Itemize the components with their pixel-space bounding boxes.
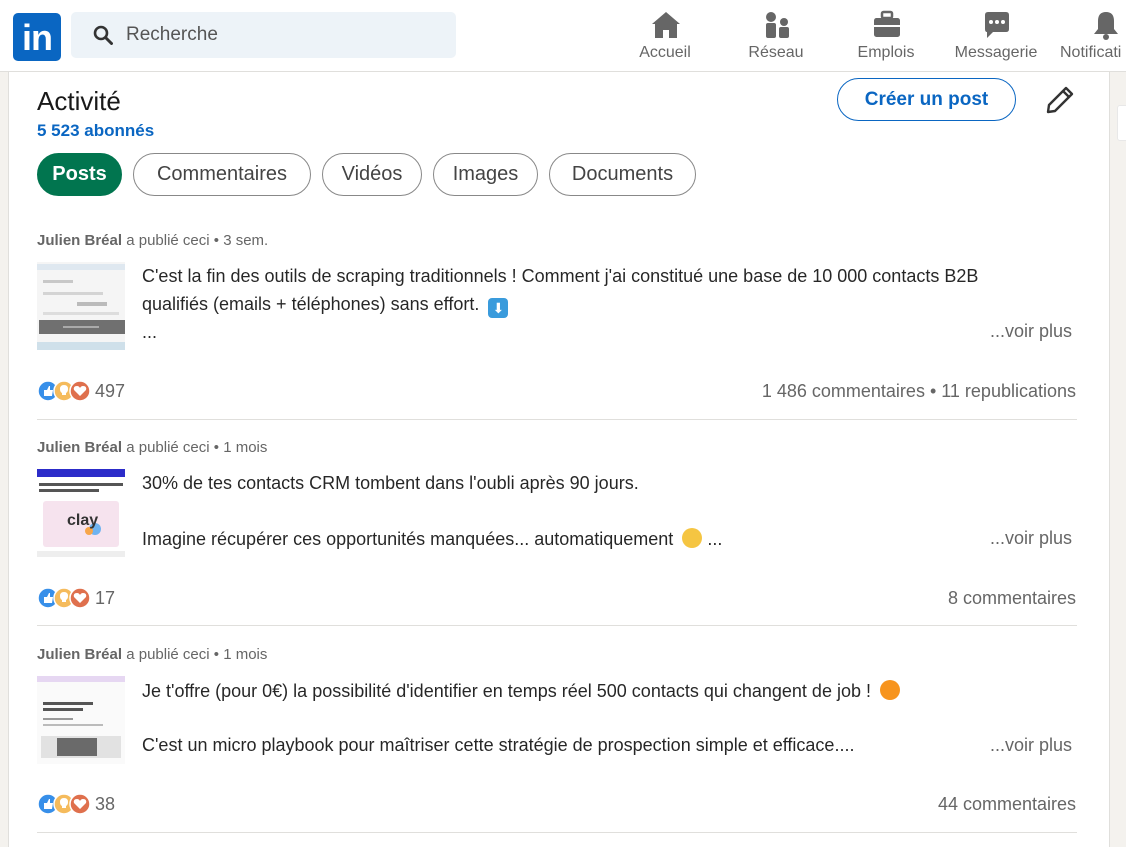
nav-item-home[interactable]: Accueil bbox=[610, 8, 720, 68]
post-text-line: C'est la fin des outils de scraping trad… bbox=[142, 266, 979, 286]
filter-posts[interactable]: Posts bbox=[37, 153, 122, 196]
pencil-icon[interactable] bbox=[1044, 84, 1076, 116]
post-time: • 3 sem. bbox=[213, 232, 269, 249]
post-author[interactable]: Julien Bréal bbox=[37, 439, 122, 456]
screenshot-thumbnail-image bbox=[37, 262, 125, 350]
post-action: a publié ceci bbox=[126, 646, 210, 663]
post-author[interactable]: Julien Bréal bbox=[37, 232, 122, 249]
post-meta: Julien Bréal a publié ceci • 1 mois bbox=[37, 439, 267, 456]
post-text: Imagine récupérer ces opportunités manqu… bbox=[142, 529, 674, 549]
search-input[interactable] bbox=[126, 12, 446, 58]
reactions-count[interactable]: 17 bbox=[95, 588, 115, 609]
see-more-link[interactable]: ...voir plus bbox=[990, 321, 1072, 342]
post-text-line: 30% de tes contacts CRM tombent dans l'o… bbox=[142, 473, 639, 493]
post-text: qualifiés (emails + téléphones) sans eff… bbox=[142, 294, 480, 314]
messaging-icon bbox=[985, 12, 1009, 38]
post-meta: Julien Bréal a publié ceci • 3 sem. bbox=[37, 232, 268, 249]
down-arrow-emoji-icon: ⬇ bbox=[488, 298, 509, 318]
nav-label-notifications: Notificati bbox=[1060, 44, 1122, 61]
search-icon bbox=[93, 25, 113, 45]
nav-item-notifications[interactable]: Notificati bbox=[1050, 8, 1126, 68]
reactions-icons[interactable] bbox=[37, 379, 93, 403]
followers-count[interactable]: 5 523 abonnés bbox=[37, 121, 154, 141]
post-stats[interactable]: 44 commentaires bbox=[938, 794, 1076, 815]
post-text-line: Je t'offre (pour 0€) la possibilité d'id… bbox=[142, 680, 900, 702]
post-stats[interactable]: 1 486 commentaires • 11 republications bbox=[762, 381, 1076, 402]
post-time: • 1 mois bbox=[213, 646, 268, 663]
see-more-link[interactable]: ...voir plus bbox=[990, 528, 1072, 549]
post-divider bbox=[37, 419, 1077, 420]
post-action: a publié ceci bbox=[126, 232, 210, 249]
sunglasses-emoji-icon bbox=[682, 528, 703, 548]
network-icon bbox=[766, 12, 789, 38]
briefcase-icon bbox=[874, 10, 900, 37]
nav-item-jobs[interactable]: Emplois bbox=[831, 8, 941, 68]
post-action: a publié ceci bbox=[126, 439, 210, 456]
side-panel-edge bbox=[1117, 105, 1126, 141]
filter-comments[interactable]: Commentaires bbox=[133, 153, 311, 196]
post-divider bbox=[37, 832, 1077, 833]
post-text-line: C'est un micro playbook pour maîtriser c… bbox=[142, 735, 855, 755]
search-bar[interactable] bbox=[71, 12, 456, 58]
linkedin-logo[interactable]: in bbox=[13, 13, 61, 61]
post-text: Je t'offre (pour 0€) la possibilité d'id… bbox=[142, 681, 871, 701]
reactions-icons[interactable] bbox=[37, 586, 93, 610]
post-divider bbox=[37, 625, 1077, 626]
post-thumbnail[interactable] bbox=[37, 676, 125, 764]
post-thumbnail[interactable] bbox=[37, 262, 125, 350]
nav-label-jobs: Emplois bbox=[857, 44, 915, 61]
post-author[interactable]: Julien Bréal bbox=[37, 646, 122, 663]
nav-label-messaging: Messagerie bbox=[954, 44, 1038, 61]
top-navigation: in Accueil Réseau Emplois bbox=[0, 0, 1126, 72]
fire-emoji-icon bbox=[880, 680, 900, 700]
reactions-count[interactable]: 497 bbox=[95, 381, 125, 402]
filter-documents[interactable]: Documents bbox=[549, 153, 696, 196]
post-meta: Julien Bréal a publié ceci • 1 mois bbox=[37, 646, 267, 663]
post-text-line: Imagine récupérer ces opportunités manqu… bbox=[142, 528, 722, 550]
nav-item-messaging[interactable]: Messagerie bbox=[941, 8, 1051, 68]
post-thumbnail[interactable]: clay bbox=[37, 469, 125, 557]
nav-label-network: Réseau bbox=[748, 44, 804, 61]
thumbnail-brand-text: clay bbox=[67, 512, 99, 529]
nav-item-network[interactable]: Réseau bbox=[721, 8, 831, 68]
bell-icon bbox=[1094, 12, 1118, 40]
activity-title: Activité bbox=[37, 86, 121, 116]
filter-images[interactable]: Images bbox=[433, 153, 538, 196]
reactions-icons[interactable] bbox=[37, 792, 93, 816]
post-stats[interactable]: 8 commentaires bbox=[948, 588, 1076, 609]
post-time: • 1 mois bbox=[213, 439, 268, 456]
see-more-link[interactable]: ...voir plus bbox=[990, 735, 1072, 756]
post-text-ellipsis: ... bbox=[142, 322, 158, 342]
playbook-thumbnail-image bbox=[37, 676, 125, 764]
create-post-button[interactable]: Créer un post bbox=[837, 78, 1016, 121]
post-text-line: qualifiés (emails + téléphones) sans eff… bbox=[142, 294, 509, 318]
home-icon bbox=[652, 12, 680, 38]
filter-videos[interactable]: Vidéos bbox=[322, 153, 422, 196]
reactions-count[interactable]: 38 bbox=[95, 794, 115, 815]
post-text-ellipsis: ... bbox=[707, 529, 723, 549]
nav-label-home: Accueil bbox=[639, 44, 691, 61]
